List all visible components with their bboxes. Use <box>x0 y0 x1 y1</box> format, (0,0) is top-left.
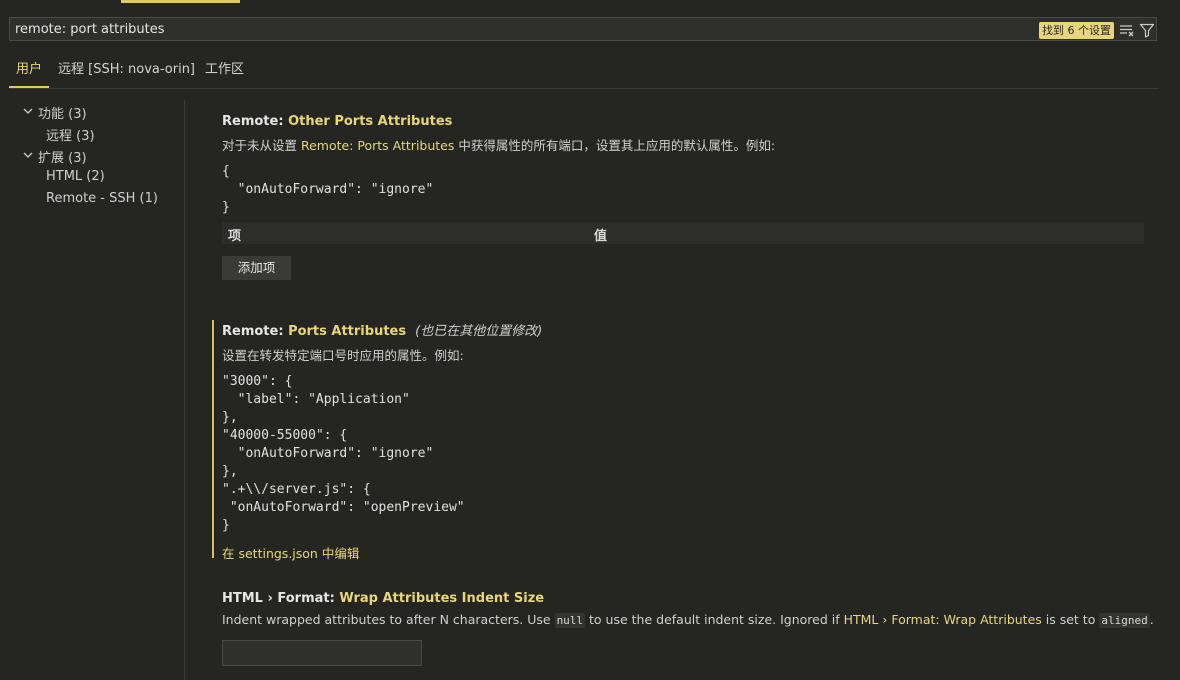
settings-search-box[interactable]: 找到 6 个设置 <box>9 17 1157 41</box>
inline-code-null: null <box>554 613 586 628</box>
toc-item-html[interactable]: HTML (2) <box>46 169 105 184</box>
toc-item-remote[interactable]: 远程 (3) <box>46 125 95 144</box>
description-text: 中获得属性的所有端口，设置其上应用的默认属性。例如: <box>454 138 776 153</box>
setting-category: HTML › Format: <box>222 591 340 606</box>
column-header-item: 项 <box>228 229 242 244</box>
setting-wrap-attributes-indent-size: HTML › Format: Wrap Attributes Indent Si… <box>222 591 1154 641</box>
description-text: to use the default indent size. Ignored … <box>585 612 844 627</box>
setting-other-ports-attributes: Remote: Other Ports Attributes 对于未从设置 Re… <box>222 114 1150 284</box>
setting-link[interactable]: HTML › Format: Wrap Attributes <box>844 612 1042 627</box>
tab-remote-ssh[interactable]: 远程 [SSH: nova-orin] <box>58 58 195 86</box>
settings-search-input[interactable] <box>15 20 1015 38</box>
description-text: is set to <box>1041 612 1100 627</box>
toc-item-extensions[interactable]: 扩展 (3) <box>38 147 87 166</box>
key-value-table-header: 项 值 <box>222 222 1144 244</box>
filter-icon[interactable] <box>1138 21 1156 39</box>
toc-item-remote-ssh[interactable]: Remote - SSH (1) <box>46 191 158 206</box>
setting-ports-attributes: Remote: Ports Attributes (也已在其他位置修改) 设置在… <box>222 320 1150 562</box>
example-code: { "onAutoForward": "ignore" } <box>222 164 434 215</box>
inline-code-aligned: aligned <box>1099 613 1150 628</box>
setting-name: Wrap Attributes Indent Size <box>339 591 545 606</box>
add-item-button[interactable]: 添加项 <box>222 256 291 280</box>
column-header-value: 值 <box>594 229 608 244</box>
description-text: Indent wrapped attributes to after N cha… <box>222 612 555 627</box>
chevron-down-icon[interactable] <box>22 149 34 161</box>
edit-in-settings-json-link[interactable]: 在 settings.json 中编辑 <box>222 543 1150 562</box>
setting-link[interactable]: Remote: Ports Attributes <box>301 138 454 153</box>
setting-title: Remote: Ports Attributes (也已在其他位置修改) <box>222 320 1150 339</box>
indent-size-input[interactable] <box>222 640 422 666</box>
settings-scope-tabs: 用户 远程 [SSH: nova-orin] 工作区 <box>9 58 1159 89</box>
tab-workspace[interactable]: 工作区 <box>205 58 244 86</box>
modified-indicator <box>212 320 214 558</box>
description-text: . <box>1149 612 1154 627</box>
setting-title: HTML › Format: Wrap Attributes Indent Si… <box>222 591 1150 606</box>
clear-filter-list-icon[interactable] <box>1118 21 1136 39</box>
setting-description: 对于未从设置 Remote: Ports Attributes 中获得属性的所有… <box>222 135 1150 154</box>
active-editor-tab-indicator <box>121 0 240 3</box>
toc-item-features[interactable]: 功能 (3) <box>38 103 87 122</box>
setting-description: 设置在转发特定端口号时应用的属性。例如: <box>222 348 464 363</box>
setting-description: Indent wrapped attributes to after N cha… <box>222 612 1154 628</box>
setting-category: Remote: <box>222 324 289 339</box>
example-code: "3000": { "label": "Application" }, "400… <box>222 374 465 533</box>
chevron-down-icon[interactable] <box>22 105 34 117</box>
setting-title: Remote: Other Ports Attributes <box>222 114 1150 129</box>
tab-user[interactable]: 用户 <box>9 58 50 88</box>
search-result-count-badge: 找到 6 个设置 <box>1039 22 1114 39</box>
modified-elsewhere-note[interactable]: (也已在其他位置修改) <box>415 324 542 339</box>
setting-name: Ports Attributes <box>288 324 407 339</box>
toc-divider <box>184 100 185 680</box>
setting-category: Remote: <box>222 114 289 129</box>
description-text: 对于未从设置 <box>222 138 301 153</box>
setting-name: Other Ports Attributes <box>288 114 453 129</box>
